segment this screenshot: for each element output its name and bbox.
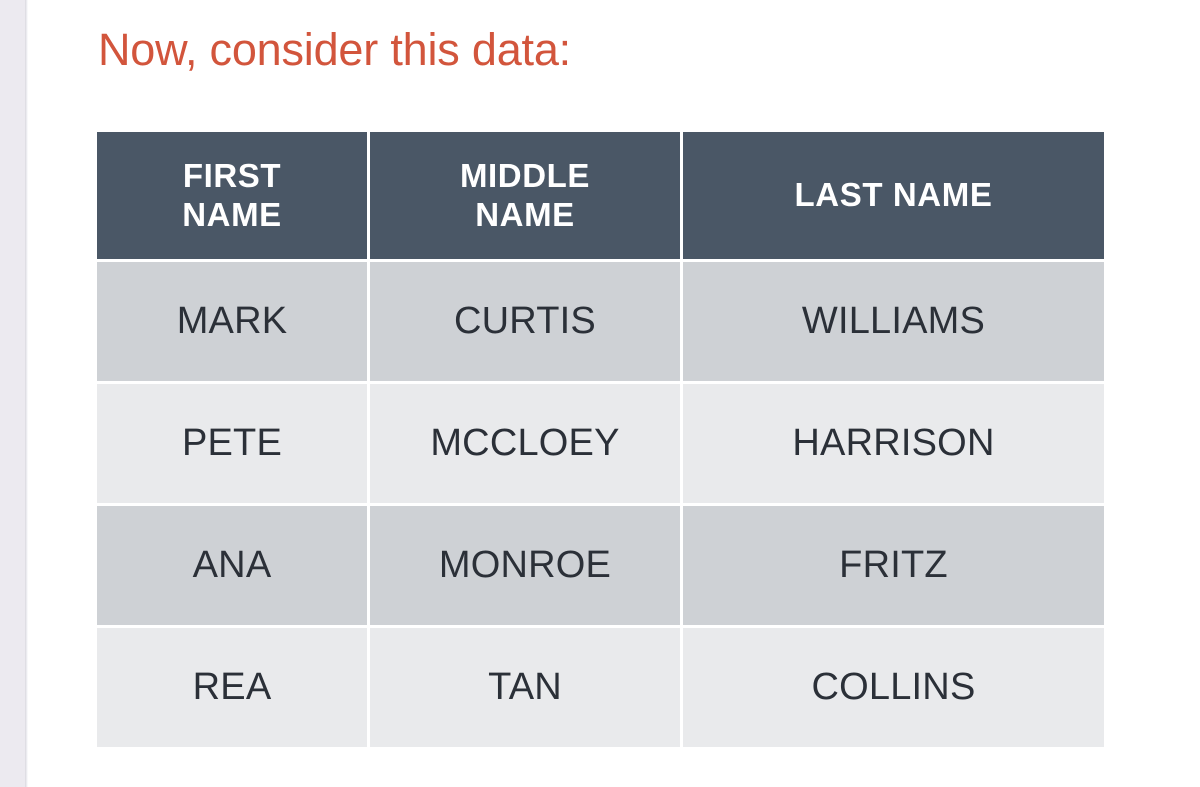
cell-middle-name: MONROE — [370, 506, 683, 628]
cell-last-name: WILLIAMS — [683, 262, 1104, 384]
table-row: ANA MONROE FRITZ — [97, 506, 1104, 628]
cell-middle-name: TAN — [370, 628, 683, 747]
cell-first-name: ANA — [97, 506, 370, 628]
cell-middle-name: MCCLOEY — [370, 384, 683, 506]
table-row: MARK CURTIS WILLIAMS — [97, 262, 1104, 384]
column-header-middle-name-line2: NAME — [475, 195, 575, 233]
cell-first-name: MARK — [97, 262, 370, 384]
page-root: Now, consider this data: FIRST NAME MIDD… — [0, 0, 1200, 787]
table-header: FIRST NAME MIDDLE NAME LAST NAME — [97, 132, 1104, 262]
table-body: MARK CURTIS WILLIAMS PETE MCCLOEY HARRIS… — [97, 262, 1104, 747]
column-header-first-name: FIRST NAME — [97, 132, 370, 262]
column-header-first-name-line1: FIRST — [182, 156, 282, 194]
cell-first-name: PETE — [97, 384, 370, 506]
table-row: REA TAN COLLINS — [97, 628, 1104, 747]
cell-last-name: FRITZ — [683, 506, 1104, 628]
cell-last-name: COLLINS — [683, 628, 1104, 747]
content-area: Now, consider this data: FIRST NAME MIDD… — [28, 0, 1200, 787]
table-row: PETE MCCLOEY HARRISON — [97, 384, 1104, 506]
cell-middle-name: CURTIS — [370, 262, 683, 384]
document-left-edge — [0, 0, 25, 787]
column-header-first-name-line2: NAME — [182, 195, 282, 233]
names-table: FIRST NAME MIDDLE NAME LAST NAME MARK CU… — [97, 132, 1104, 747]
column-header-middle-name: MIDDLE NAME — [370, 132, 683, 262]
page-title: Now, consider this data: — [98, 24, 571, 75]
cell-first-name: REA — [97, 628, 370, 747]
column-header-middle-name-line1: MIDDLE — [459, 156, 591, 194]
cell-last-name: HARRISON — [683, 384, 1104, 506]
column-header-last-name: LAST NAME — [683, 132, 1104, 262]
table-header-row: FIRST NAME MIDDLE NAME LAST NAME — [97, 132, 1104, 262]
column-header-last-name-line1: LAST NAME — [794, 176, 993, 214]
